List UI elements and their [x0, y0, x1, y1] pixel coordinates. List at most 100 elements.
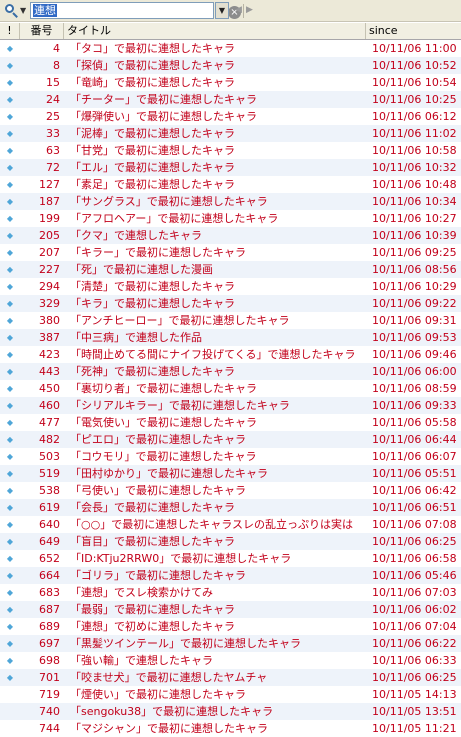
thread-number: 387: [39, 331, 60, 344]
thread-number: 687: [39, 603, 60, 616]
thread-number: 640: [39, 518, 60, 531]
new-mark-icon: ◆: [6, 452, 14, 461]
thread-row[interactable]: ◆ 683 「連想」でスレ検索かけてみ 10/11/06 07:03: [0, 584, 461, 601]
thread-number: 4: [53, 42, 60, 55]
thread-title: 「チーター」で最初に連想したキャラ: [70, 93, 257, 106]
thread-row[interactable]: ◆ 697 「黒髪ツインテール」で最初に連想したキャラ 10/11/06 06:22: [0, 635, 461, 652]
new-mark-icon: ◆: [6, 673, 14, 682]
thread-number: 698: [39, 654, 60, 667]
thread-row[interactable]: ◆ 207 「キラー」で最初に連想したキャラ 10/11/06 09:25: [0, 244, 461, 261]
new-mark-icon: ◆: [6, 350, 14, 359]
thread-since: 10/11/06 06:58: [372, 552, 457, 565]
thread-since: 10/11/06 10:29: [372, 280, 457, 293]
thread-row[interactable]: ◆ 24 「チーター」で最初に連想したキャラ 10/11/06 10:25: [0, 91, 461, 108]
new-mark-icon: ◆: [6, 469, 14, 478]
thread-title: 「コウモリ」で最初に連想したキャラ: [70, 450, 257, 463]
back-icon[interactable]: ◀: [235, 5, 242, 15]
new-mark-icon: ◆: [6, 316, 14, 325]
thread-title: 「ゴリラ」で最初に連想したキャラ: [70, 569, 246, 582]
column-header: ! 番号 タイトル since: [0, 23, 461, 40]
column-mark[interactable]: !: [0, 23, 20, 39]
thread-row[interactable]: ◆ 72 「エル」で最初に連想したキャラ 10/11/06 10:32: [0, 159, 461, 176]
thread-number: 72: [46, 161, 60, 174]
new-mark-icon: ◆: [6, 554, 14, 563]
thread-row[interactable]: ◆ 460 「シリアルキラー」で最初に連想したキャラ 10/11/06 09:33: [0, 397, 461, 414]
thread-row[interactable]: ◆ 63 「甘党」で最初に連想したキャラ 10/11/06 10:58: [0, 142, 461, 159]
thread-row[interactable]: ◆ 205 「クマ」で連想したキャラ 10/11/06 10:39: [0, 227, 461, 244]
thread-number: 8: [53, 59, 60, 72]
thread-row[interactable]: ◆ 187 「サングラス」で最初に連想したキャラ 10/11/06 10:34: [0, 193, 461, 210]
thread-title: 「強い輸」で連想したキャラ: [70, 654, 213, 667]
thread-title: 「キラー」で最初に連想したキャラ: [70, 246, 246, 259]
thread-title: 「シリアルキラー」で最初に連想したキャラ: [70, 399, 290, 412]
thread-number: 538: [39, 484, 60, 497]
thread-row[interactable]: ◆ 199 「アフロヘアー」で最初に連想したキャラ 10/11/06 10:27: [0, 210, 461, 227]
thread-row[interactable]: ◆ 33 「泥棒」で最初に連想したキャラ 10/11/06 11:02: [0, 125, 461, 142]
thread-number: 199: [39, 212, 60, 225]
column-number[interactable]: 番号: [20, 23, 64, 39]
thread-row[interactable]: ◆ 701 「咬ませ犬」で最初に連想したヤムチャ 10/11/06 06:25: [0, 669, 461, 686]
thread-row[interactable]: ◆ 387 「中三病」で連想した作品 10/11/06 09:53: [0, 329, 461, 346]
thread-number: 207: [39, 246, 60, 259]
thread-row[interactable]: 719 「煙使い」で最初に連想したキャラ 10/11/05 14:13: [0, 686, 461, 703]
thread-since: 10/11/05 13:51: [372, 705, 457, 718]
thread-row[interactable]: ◆ 482 「ピエロ」で最初に連想したキャラ 10/11/06 06:44: [0, 431, 461, 448]
thread-number: 664: [39, 569, 60, 582]
new-mark-icon: ◆: [6, 486, 14, 495]
thread-number: 460: [39, 399, 60, 412]
thread-row[interactable]: ◆ 477 「電気使い」で最初に連想したキャラ 10/11/06 05:58: [0, 414, 461, 431]
thread-row[interactable]: ◆ 519 「田村ゆかり」で最初に連想したキャラ 10/11/06 05:51: [0, 465, 461, 482]
thread-since: 10/11/06 06:00: [372, 365, 457, 378]
thread-title: 「連想」でスレ検索かけてみ: [70, 586, 213, 599]
search-icon[interactable]: ▼: [2, 2, 28, 19]
search-toolbar: ▼ 連想 × ▼ ◀ ▶: [0, 0, 461, 22]
thread-since: 10/11/06 05:58: [372, 416, 457, 429]
thread-row[interactable]: ◆ 127 「素足」で最初に連想したキャラ 10/11/06 10:48: [0, 176, 461, 193]
column-since[interactable]: since: [366, 23, 461, 39]
thread-row[interactable]: 744 「マジシャン」で最初に連想したキャラ 10/11/05 11:21: [0, 720, 461, 737]
thread-number: 450: [39, 382, 60, 395]
thread-row[interactable]: ◆ 640 「○○」で最初に連想したキャラスレの乱立っぷりは実は 10/11/06 0…: [0, 516, 461, 533]
search-box[interactable]: 連想 ×: [30, 2, 241, 19]
thread-row[interactable]: ◆ 698 「強い輸」で連想したキャラ 10/11/06 06:33: [0, 652, 461, 669]
new-mark-icon: ◆: [6, 197, 14, 206]
thread-row[interactable]: ◆ 15 「竜崎」で最初に連想したキャラ 10/11/06 10:54: [0, 74, 461, 91]
thread-since: 10/11/06 06:44: [372, 433, 457, 446]
thread-row[interactable]: ◆ 689 「連想」で初めに連想したキャラ 10/11/06 07:04: [0, 618, 461, 635]
thread-row[interactable]: 740 「sengoku38」で最初に連想したキャラ 10/11/05 13:51: [0, 703, 461, 720]
thread-row[interactable]: ◆ 8 「探偵」で最初に連想したキャラ 10/11/06 10:52: [0, 57, 461, 74]
thread-row[interactable]: ◆ 450 「裏切り者」で最初に連想したキャラ 10/11/06 08:59: [0, 380, 461, 397]
search-input[interactable]: [33, 4, 193, 17]
thread-row[interactable]: ◆ 649 「盲目」で最初に連想したキャラ 10/11/06 06:25: [0, 533, 461, 550]
thread-since: 10/11/06 09:31: [372, 314, 457, 327]
thread-row[interactable]: ◆ 503 「コウモリ」で最初に連想したキャラ 10/11/06 06:07: [0, 448, 461, 465]
thread-title: 「煙使い」で最初に連想したキャラ: [70, 688, 246, 701]
thread-title: 「電気使い」で最初に連想したキャラ: [70, 416, 257, 429]
forward-icon[interactable]: ▶: [246, 5, 253, 15]
thread-row[interactable]: ◆ 380 「アンチヒーロー」で最初に連想したキャラ 10/11/06 09:31: [0, 312, 461, 329]
thread-row[interactable]: ◆ 423 「時間止めてる間にナイフ投げてくる」で連想したキャラ 10/11/06 0…: [0, 346, 461, 363]
column-title[interactable]: タイトル: [64, 23, 366, 39]
thread-number: 294: [39, 280, 60, 293]
thread-number: 380: [39, 314, 60, 327]
thread-list: ◆ 4 「タコ」で最初に連想したキャラ 10/11/06 11:00 ◆ 8 「探偵」で最初…: [0, 40, 461, 737]
thread-title: 「連想」で初めに連想したキャラ: [70, 620, 235, 633]
thread-row[interactable]: ◆ 443 「死神」で最初に連想したキャラ 10/11/06 06:00: [0, 363, 461, 380]
thread-row[interactable]: ◆ 664 「ゴリラ」で最初に連想したキャラ 10/11/06 05:46: [0, 567, 461, 584]
thread-row[interactable]: ◆ 294 「清楚」で最初に連想したキャラ 10/11/06 10:29: [0, 278, 461, 295]
thread-row[interactable]: ◆ 652 「ID:KTju2RRW0」で最初に連想したキャラ 10/11/06 06…: [0, 550, 461, 567]
thread-number: 619: [39, 501, 60, 514]
thread-row[interactable]: ◆ 619 「会長」で最初に連想したキャラ 10/11/06 06:51: [0, 499, 461, 516]
thread-since: 10/11/06 07:03: [372, 586, 457, 599]
dropdown-icon[interactable]: ▼: [215, 2, 229, 19]
thread-row[interactable]: ◆ 329 「キラ」で最初に連想したキャラ 10/11/06 09:22: [0, 295, 461, 312]
thread-since: 10/11/06 10:32: [372, 161, 457, 174]
thread-row[interactable]: ◆ 25 「爆弾使い」で最初に連想したキャラ 10/11/06 06:12: [0, 108, 461, 125]
thread-since: 10/11/06 10:48: [372, 178, 457, 191]
thread-row[interactable]: ◆ 687 「最弱」で最初に連想したキャラ 10/11/06 06:02: [0, 601, 461, 618]
thread-row[interactable]: ◆ 538 「弓使い」で最初に連想したキャラ 10/11/06 06:42: [0, 482, 461, 499]
thread-row[interactable]: ◆ 4 「タコ」で最初に連想したキャラ 10/11/06 11:00: [0, 40, 461, 57]
thread-title: 「死神」で最初に連想したキャラ: [70, 365, 235, 378]
thread-row[interactable]: ◆ 227 「死」で最初に連想した漫画 10/11/06 08:56: [0, 261, 461, 278]
thread-number: 25: [46, 110, 60, 123]
